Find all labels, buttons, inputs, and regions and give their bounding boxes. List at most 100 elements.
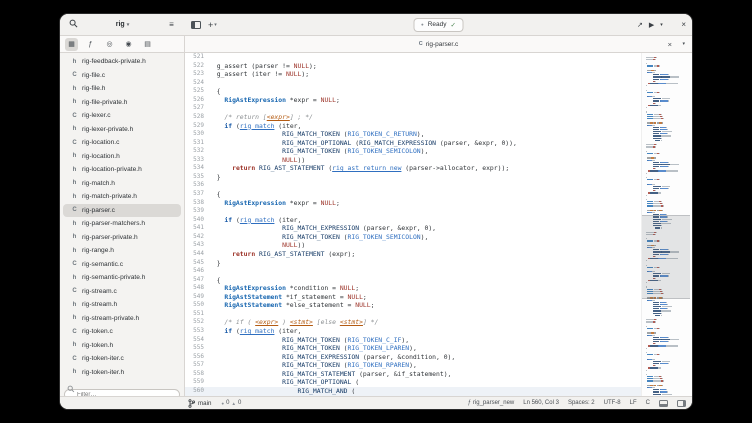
code-line[interactable]: 551 — [185, 310, 641, 319]
file-item[interactable]: hrig-file-private.h — [63, 96, 181, 110]
code-line[interactable]: 532 RIG_MATCH_TOKEN (RIG_TOKEN_SEMICOLON… — [185, 147, 641, 156]
code-line[interactable]: 554 RIG_MATCH_TOKEN (RIG_TOKEN_C_IF), — [185, 336, 641, 345]
branch-button[interactable]: main — [188, 399, 211, 408]
debug-icon[interactable]: ◉ — [122, 38, 135, 51]
code-editor[interactable]: 521522 g_assert (parser != NULL);523 g_a… — [185, 53, 692, 396]
code-line[interactable]: 536 — [185, 181, 641, 190]
file-item[interactable]: hrig-token.h — [63, 339, 181, 353]
file-item[interactable]: hrig-semantic-private.h — [63, 271, 181, 285]
code-line[interactable]: 558 RIG_MATCH_STATEMENT (parser, &if_sta… — [185, 370, 641, 379]
file-item[interactable]: hrig-parser-private.h — [63, 231, 181, 245]
code-line[interactable]: 555 RIG_MATCH_TOKEN (RIG_TOKEN_LPAREN), — [185, 344, 641, 353]
code-line[interactable]: 525 { — [185, 87, 641, 96]
file-item[interactable]: hrig-file.h — [63, 82, 181, 96]
tab-menu-chevron-icon[interactable]: ▾ — [682, 41, 685, 47]
file-item[interactable]: hrig-token-iter.h — [63, 366, 181, 380]
code-line[interactable]: 552 /* if ( <expr> ) <stmt> [else <stmt>… — [185, 318, 641, 327]
tab-bar: C rig-parser.c × ▾ — [185, 36, 692, 52]
file-item[interactable]: hrig-stream-private.h — [63, 312, 181, 326]
menu-button[interactable]: ≡ — [164, 18, 179, 32]
code-line[interactable]: 542 RIG_MATCH_TOKEN (RIG_TOKEN_SEMICOLON… — [185, 233, 641, 242]
code-line[interactable]: 527 — [185, 104, 641, 113]
code-line[interactable]: 541 RIG_MATCH_EXPRESSION (parser, &expr,… — [185, 224, 641, 233]
code-line[interactable]: 538 RigAstExpression *expr = NULL; — [185, 199, 641, 208]
cursor-position[interactable]: Ln 560, Col 3 — [523, 400, 559, 406]
file-item[interactable]: Crig-semantic.c — [63, 258, 181, 272]
run-button[interactable]: ▶ — [649, 21, 654, 29]
todo-icon[interactable]: ▤ — [141, 38, 154, 51]
file-item[interactable]: Crig-stream.c — [63, 285, 181, 299]
code-line[interactable]: 531 RIG_MATCH_OPTIONAL (RIG_MATCH_EXPRES… — [185, 139, 641, 148]
code-line[interactable]: 534 return RIG_AST_STATEMENT (rig_ast_re… — [185, 164, 641, 173]
code-line[interactable]: 521 — [185, 53, 641, 62]
encoding[interactable]: UTF-8 — [604, 400, 621, 406]
code-text: if (rig_match (iter, — [209, 327, 301, 336]
code-line[interactable]: 526 RigAstExpression *expr = NULL; — [185, 96, 641, 105]
diagnostics-button[interactable]: ● 0 ▲ 0 — [221, 400, 241, 406]
build-status-button[interactable]: ● Ready ✓ — [413, 18, 464, 32]
search-button[interactable] — [66, 18, 81, 32]
code-line[interactable]: 547 { — [185, 276, 641, 285]
code-line[interactable]: 537 { — [185, 190, 641, 199]
code-line[interactable]: 524 — [185, 79, 641, 88]
code-line[interactable]: 533 NULL)) — [185, 156, 641, 165]
file-name: rig-semantic-private.h — [82, 274, 145, 281]
project-tree-icon[interactable]: ▦ — [65, 38, 78, 51]
code-line[interactable]: 535 } — [185, 173, 641, 182]
tab-rig-parser[interactable]: C rig-parser.c — [419, 41, 459, 48]
code-line[interactable]: 560 RIG_MATCH_AND ( — [185, 387, 641, 396]
file-item[interactable]: hrig-parser-matchers.h — [63, 217, 181, 231]
code-line[interactable]: 545 } — [185, 259, 641, 268]
file-item[interactable]: hrig-range.h — [63, 244, 181, 258]
code-line[interactable]: 523 g_assert (iter != NULL); — [185, 70, 641, 79]
code-line[interactable]: 549 RigAstStatement *if_statement = NULL… — [185, 293, 641, 302]
search-panel-icon[interactable]: ◎ — [103, 38, 116, 51]
file-item[interactable]: hrig-match-private.h — [63, 190, 181, 204]
code-line[interactable]: 546 — [185, 267, 641, 276]
file-item[interactable]: hrig-match.h — [63, 177, 181, 191]
code-line[interactable]: 557 RIG_MATCH_TOKEN (RIG_TOKEN_RPAREN), — [185, 361, 641, 370]
file-item[interactable]: hrig-lexer-private.h — [63, 123, 181, 137]
code-line[interactable]: 550 RigAstStatement *else_statement = NU… — [185, 301, 641, 310]
line-ending[interactable]: LF — [630, 400, 637, 406]
panel-toggle-icon[interactable] — [191, 21, 201, 29]
code-line[interactable]: 543 NULL)) — [185, 241, 641, 250]
file-item[interactable]: Crig-token-iter.c — [63, 352, 181, 366]
file-item[interactable]: Crig-file.c — [63, 69, 181, 83]
file-item[interactable]: Crig-token.c — [63, 325, 181, 339]
run-options-chevron-icon[interactable]: ▾ — [660, 22, 663, 28]
code-line[interactable]: 522 g_assert (parser != NULL); — [185, 62, 641, 71]
filter-input[interactable] — [64, 389, 180, 396]
code-line[interactable]: 530 RIG_MATCH_TOKEN (RIG_TOKEN_C_RETURN)… — [185, 130, 641, 139]
code-line[interactable]: 556 RIG_MATCH_EXPRESSION (parser, &condi… — [185, 353, 641, 362]
window-close-button[interactable]: × — [681, 20, 686, 29]
code-line[interactable]: 559 RIG_MATCH_OPTIONAL ( — [185, 378, 641, 387]
symbols-icon[interactable]: ƒ — [84, 38, 97, 51]
file-item[interactable]: hrig-location.h — [63, 150, 181, 164]
file-item[interactable]: hrig-feedback-private.h — [63, 55, 181, 69]
file-item[interactable]: Crig-location.c — [63, 136, 181, 150]
code-line[interactable]: 553 if (rig_match (iter, — [185, 327, 641, 336]
code-line[interactable]: 540 if (rig_match (iter, — [185, 216, 641, 225]
indent-mode[interactable]: Spaces: 2 — [568, 400, 595, 406]
minimap[interactable] — [641, 53, 690, 396]
launch-icon[interactable]: ↗ — [637, 21, 643, 29]
file-item[interactable]: hrig-stream.h — [63, 298, 181, 312]
new-page-button[interactable]: + ▾ — [208, 20, 217, 30]
code-line[interactable]: 528 /* return [<expr>] ; */ — [185, 113, 641, 122]
minimap-viewport[interactable] — [642, 215, 690, 299]
file-item[interactable]: Crig-parser.c — [63, 204, 181, 218]
bottom-panel-toggle-icon[interactable] — [659, 400, 668, 407]
right-panel-toggle-icon[interactable] — [677, 400, 686, 407]
code-line[interactable]: 544 return RIG_AST_STATEMENT (expr); — [185, 250, 641, 259]
symbol-context[interactable]: ƒ rig_parser_new — [468, 400, 515, 406]
file-item[interactable]: Crig-lexer.c — [63, 109, 181, 123]
file-type-icon: h — [71, 315, 78, 321]
project-menu-button[interactable]: rig ▾ — [116, 21, 129, 28]
code-line[interactable]: 548 RigAstExpression *condition = NULL; — [185, 284, 641, 293]
code-line[interactable]: 529 if (rig_match (iter, — [185, 122, 641, 131]
language-mode[interactable]: C — [646, 400, 650, 406]
tab-close-icon[interactable]: × — [668, 40, 672, 49]
file-item[interactable]: hrig-location-private.h — [63, 163, 181, 177]
code-line[interactable]: 539 — [185, 207, 641, 216]
